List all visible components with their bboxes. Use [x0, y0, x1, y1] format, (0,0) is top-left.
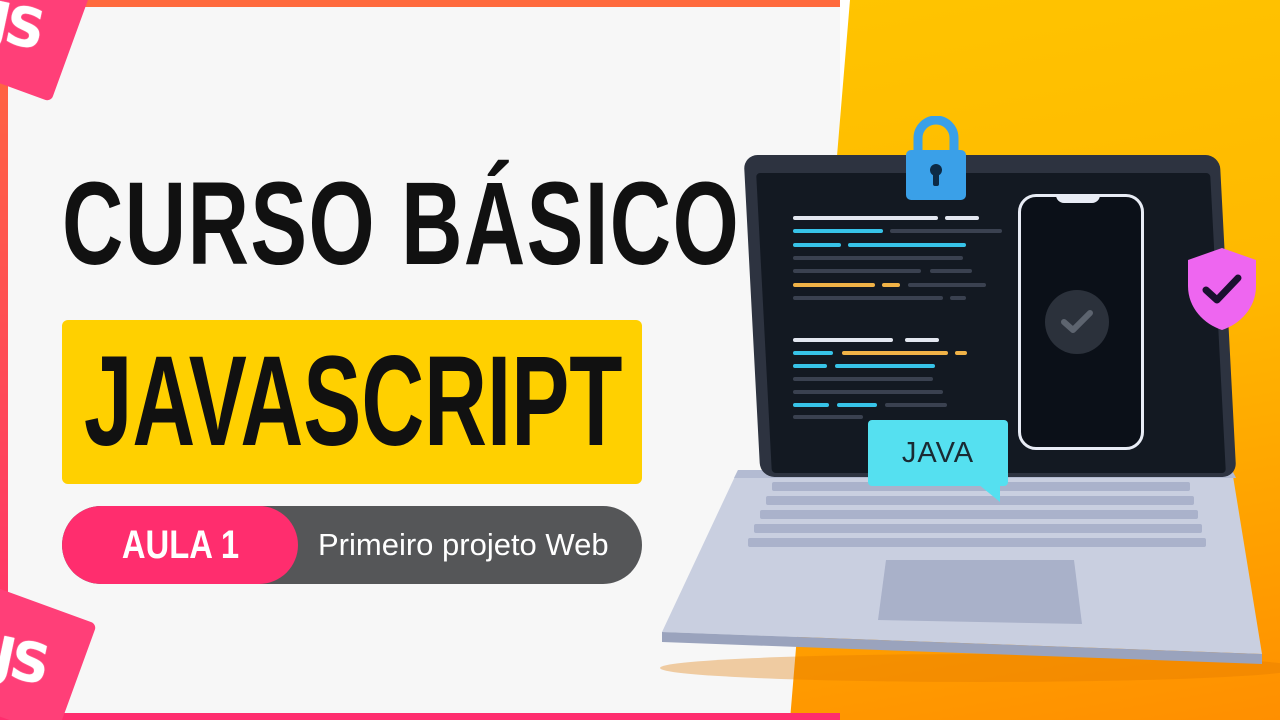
code-line [793, 364, 827, 368]
code-line [890, 229, 1002, 233]
code-line [842, 351, 948, 355]
checkmark-icon [1045, 290, 1109, 354]
code-line [837, 403, 877, 407]
code-line [882, 283, 900, 287]
code-line [793, 377, 933, 381]
keyboard-row [754, 524, 1202, 533]
code-line [793, 390, 943, 394]
shield-check-icon [1188, 248, 1256, 330]
code-line [950, 296, 966, 300]
code-line [945, 216, 979, 220]
code-line [793, 283, 875, 287]
code-line [908, 283, 986, 287]
code-line [793, 216, 938, 220]
code-line [793, 415, 863, 419]
code-line [793, 338, 893, 342]
keyboard-row [748, 538, 1206, 547]
touchpad [878, 560, 1082, 624]
code-line [793, 269, 921, 273]
java-tag: JAVA [868, 420, 1008, 486]
java-tag-tail [978, 484, 1000, 502]
keyboard-row [760, 510, 1198, 519]
code-line [793, 296, 943, 300]
padlock-icon [906, 116, 966, 200]
code-line [848, 243, 966, 247]
code-line [955, 351, 967, 355]
code-line [793, 256, 963, 260]
code-line [905, 338, 939, 342]
thumbnail: JS JS CURSO BÁSICO JAVASCRIPT AULA 1 Pri… [0, 0, 1280, 720]
phone-notch [1056, 194, 1100, 203]
code-line [793, 403, 829, 407]
code-line [793, 229, 883, 233]
code-line [793, 243, 841, 247]
code-line [793, 351, 833, 355]
code-line [930, 269, 972, 273]
code-line [835, 364, 935, 368]
java-tag-label: JAVA [901, 436, 975, 469]
code-line [885, 403, 947, 407]
